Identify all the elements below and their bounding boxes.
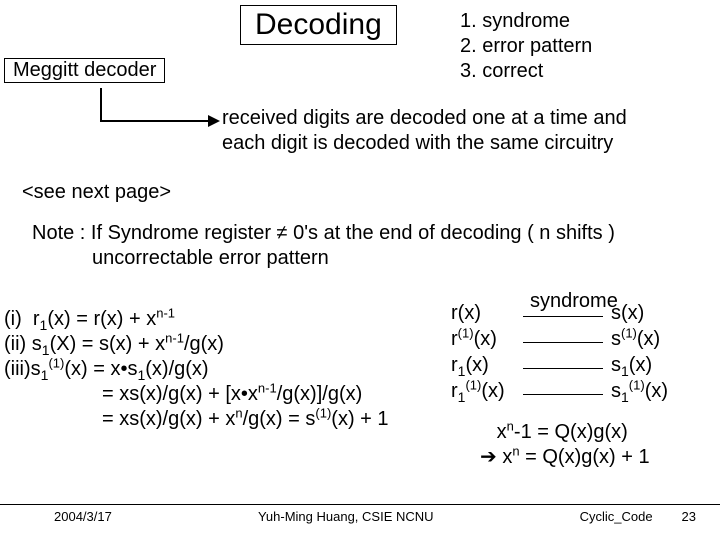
map-line-icon <box>523 368 603 369</box>
map-r3: r1(1)(x) <box>451 378 515 404</box>
bottom-equation: xn-1 = Q(x)g(x) ➔ xn = Q(x)g(x) + 1 <box>480 420 650 470</box>
map-line-icon <box>523 316 603 317</box>
footer-date: 2004/3/17 <box>54 509 112 524</box>
received-line-1: received digits are decoded one at a tim… <box>222 106 627 131</box>
map-s1: s(1)(x) <box>611 326 660 352</box>
map-row-3: r1(1)(x) s1(1)(x) <box>451 378 668 404</box>
bot-eq-2: ➔ xn = Q(x)g(x) + 1 <box>480 445 650 470</box>
note-block: Note : If Syndrome register ≠ 0's at the… <box>32 221 615 271</box>
footer: 2004/3/17 Yuh-Ming Huang, CSIE NCNU Cycl… <box>0 504 720 524</box>
map-r0: r(x) <box>451 300 515 326</box>
note-line-2: uncorrectable error pattern <box>32 246 615 271</box>
note-line-1: Note : If Syndrome register ≠ 0's at the… <box>32 221 615 246</box>
map-r2: r1(x) <box>451 352 515 378</box>
step-3: 3. correct <box>460 59 592 84</box>
received-line-2: each digit is decoded with the same circ… <box>222 131 627 156</box>
map-s0: s(x) <box>611 300 644 326</box>
eq-iii-2: = xs(x)/g(x) + [x•xn-1/g(x)]/g(x) <box>4 382 389 407</box>
map-s2: s1(x) <box>611 352 652 378</box>
map-line-icon <box>523 342 603 343</box>
arrow-icon <box>100 88 102 122</box>
step-2: 2. error pattern <box>460 34 592 59</box>
map-row-0: r(x) s(x) <box>451 300 668 326</box>
received-description: received digits are decoded one at a tim… <box>222 106 627 156</box>
step-1: 1. syndrome <box>460 9 592 34</box>
slide-title: Decoding <box>240 5 397 45</box>
implies-icon: ➔ <box>480 446 497 468</box>
decoding-steps: 1. syndrome 2. error pattern 3. correct <box>460 9 592 84</box>
meggitt-decoder-box: Meggitt decoder <box>4 58 165 83</box>
bot-eq-1: xn-1 = Q(x)g(x) <box>480 420 650 445</box>
eq-ii: (ii) s1(X) = s(x) + xn-1/g(x) <box>4 332 389 357</box>
eq-iii-3: = xs(x)/g(x) + xn/g(x) = s(1)(x) + 1 <box>4 407 389 432</box>
see-next-page: <see next page> <box>22 181 171 204</box>
footer-author: Yuh-Ming Huang, CSIE NCNU <box>258 509 434 524</box>
syndrome-mapping: r(x) s(x) r(1)(x) s(1)(x) r1(x) s1(x) r1… <box>451 300 668 404</box>
footer-topic-page: Cyclic_Code 23 <box>580 509 696 524</box>
eq-iii: (iii)s1(1)(x) = x•s1(x)/g(x) <box>4 357 389 382</box>
eq-i: (i) r1(x) = r(x) + xn-1 <box>4 307 389 332</box>
map-line-icon <box>523 394 603 395</box>
map-row-1: r(1)(x) s(1)(x) <box>451 326 668 352</box>
equation-list: (i) r1(x) = r(x) + xn-1 (ii) s1(X) = s(x… <box>4 307 389 432</box>
map-r1: r(1)(x) <box>451 326 515 352</box>
map-s3: s1(1)(x) <box>611 378 668 404</box>
slide: { "title": "Decoding", "steps": { "s1": … <box>0 0 720 540</box>
map-row-2: r1(x) s1(x) <box>451 352 668 378</box>
